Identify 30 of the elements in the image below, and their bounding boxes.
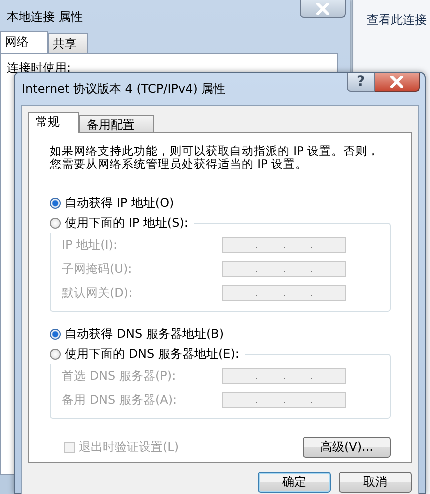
field-label: 首选 DNS 服务器(P): — [62, 368, 176, 384]
toolbar-text: 查看此连接 — [367, 12, 428, 29]
radio-button[interactable] — [50, 348, 61, 360]
close-icon — [390, 76, 404, 88]
radio-label: 使用下面的 IP 地址(S): — [65, 214, 188, 232]
ok-button[interactable]: 确定 — [258, 472, 331, 493]
window-title: Internet 协议版本 4 (TCP/IPv4) 属性 — [22, 81, 226, 98]
description-text: 如果网络支持此功能，则可以获取自动指派的 IP 设置。否则，您需要从网络系统管理员处获得适当的 IP 设置。 — [50, 145, 380, 171]
field-label: 子网掩码(U): — [62, 260, 132, 278]
tab[interactable]: 共享 — [48, 33, 88, 53]
radio-button[interactable] — [50, 198, 61, 208]
tab[interactable]: 常规 — [28, 112, 79, 133]
radio-button[interactable] — [50, 218, 61, 228]
radio-label: 自动获得 IP 地址(O) — [65, 194, 174, 212]
field-label: 备用 DNS 服务器(A): — [62, 392, 178, 408]
radio-label: 自动获得 DNS 服务器地址(B) — [65, 326, 224, 342]
field-label: IP 地址(I): — [62, 236, 118, 254]
radio-button[interactable] — [50, 328, 61, 340]
close-button[interactable] — [300, 0, 346, 18]
tab[interactable]: 备用配置 — [79, 115, 154, 132]
close-button[interactable] — [375, 73, 420, 92]
help-button[interactable]: ? — [347, 73, 375, 92]
checkbox-label: 退出时验证设置(L) — [79, 439, 180, 456]
cancel-button[interactable]: 取消 — [339, 472, 412, 493]
window-title: 本地连接 属性 — [7, 8, 83, 26]
close-icon — [316, 2, 330, 14]
advanced-button[interactable]: 高级(V)... — [303, 437, 391, 458]
radio-label: 使用下面的 DNS 服务器地址(E): — [65, 346, 240, 362]
tab[interactable]: 网络 — [0, 31, 48, 53]
field-label: 默认网关(D): — [62, 284, 133, 302]
